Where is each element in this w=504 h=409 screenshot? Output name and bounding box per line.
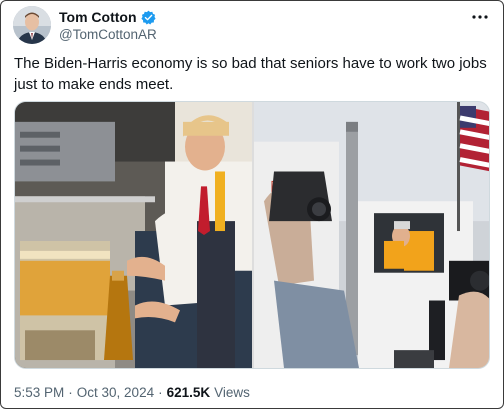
footer-separator: · <box>68 385 73 400</box>
tweet-card: Tom Cotton @TomCottonAR The Biden-Harris… <box>0 0 504 409</box>
author-avatar[interactable] <box>13 6 51 44</box>
author-handle[interactable]: @TomCottonAR <box>59 27 157 42</box>
verified-badge-icon <box>140 10 156 25</box>
more-options-icon[interactable] <box>469 10 491 24</box>
tweet-header: Tom Cotton @TomCottonAR <box>13 6 491 48</box>
photo-fast-food-kitchen[interactable] <box>15 102 252 368</box>
author-names: Tom Cotton @TomCottonAR <box>59 9 157 42</box>
views-label: Views <box>214 385 250 400</box>
tweet-text: The Biden-Harris economy is so bad that … <box>14 55 487 93</box>
tweet-footer: 5:53 PM · Oct 30, 2024 · 621.5K Views <box>14 385 250 400</box>
tweet-media[interactable] <box>14 101 490 369</box>
views-count: 621.5K <box>166 385 211 400</box>
author-display-name[interactable]: Tom Cotton <box>59 9 137 25</box>
tweet-date[interactable]: Oct 30, 2024 <box>77 385 154 400</box>
tweet-time[interactable]: 5:53 PM <box>14 385 64 400</box>
photo-garbage-truck-cab[interactable] <box>254 102 489 368</box>
footer-separator-2: · <box>158 385 163 400</box>
